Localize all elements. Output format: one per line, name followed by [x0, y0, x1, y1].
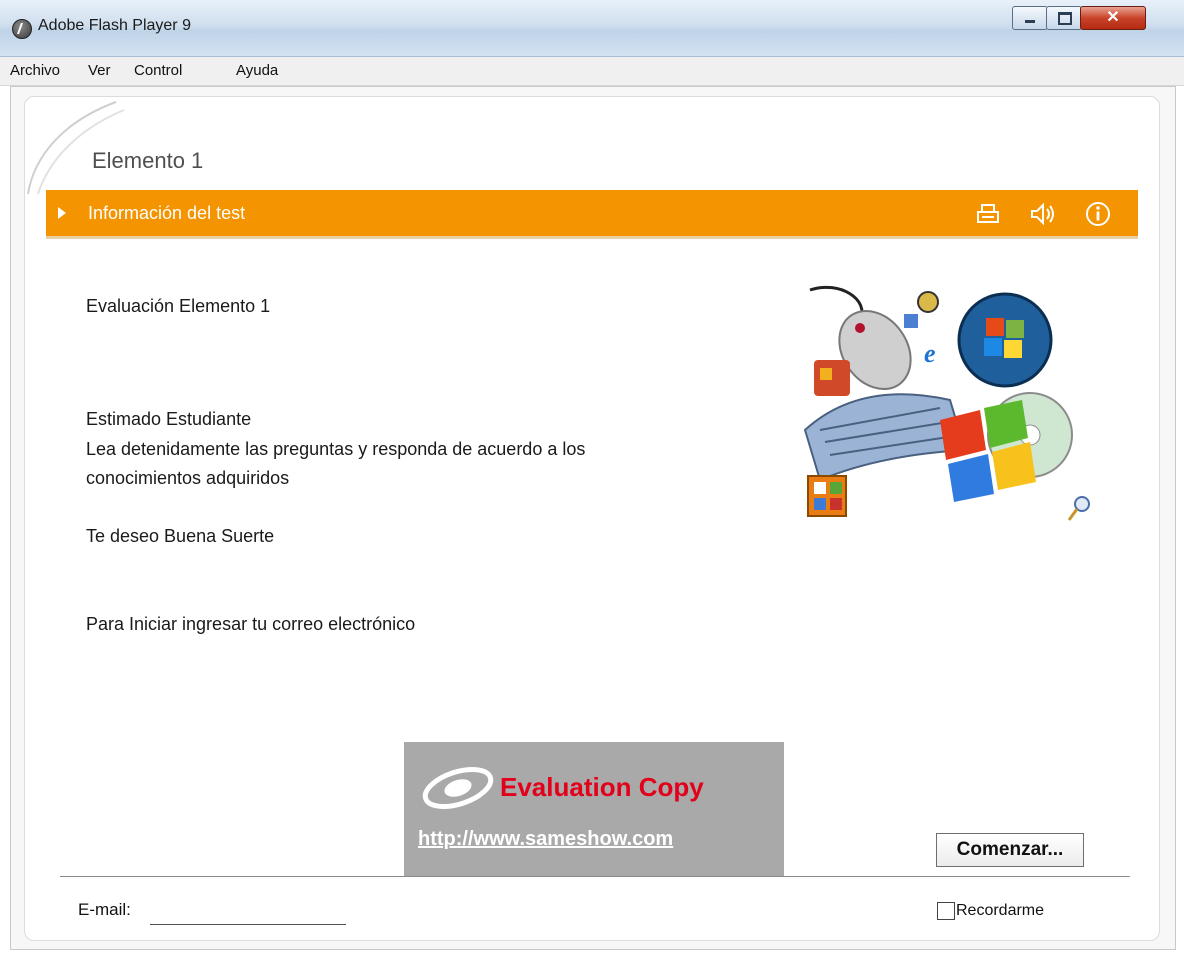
- window-title: Adobe Flash Player 9: [38, 17, 191, 34]
- good-luck-text: Te deseo Buena Suerte: [86, 526, 275, 546]
- greeting-text: Estimado Estudiante: [86, 409, 252, 429]
- instructions-line-1: Lea detenidamente las preguntas y respon…: [86, 439, 586, 459]
- speaker-icon[interactable]: [1028, 200, 1056, 228]
- title-bar[interactable]: Adobe Flash Player 9 ✕: [0, 0, 1184, 57]
- menu-ayuda[interactable]: Ayuda: [236, 62, 278, 79]
- section-header-bar: Información del test: [46, 190, 1138, 239]
- page-title: Elemento 1: [92, 148, 204, 173]
- print-icon[interactable]: [974, 200, 1002, 228]
- form-divider: [60, 876, 1130, 877]
- evaluation-watermark: Evaluation Copy http://www.sameshow.com: [404, 742, 784, 876]
- email-field[interactable]: [150, 900, 346, 925]
- watermark-title: Evaluation Copy: [500, 772, 704, 802]
- flash-player-window: Adobe Flash Player 9 ✕ Archivo Ver Contr…: [0, 0, 1184, 955]
- evaluation-title: Evaluación Elemento 1: [86, 296, 271, 316]
- section-title: Información del test: [88, 203, 246, 223]
- menu-archivo[interactable]: Archivo: [10, 62, 60, 79]
- sameshow-logo-icon: [422, 767, 494, 809]
- remember-checkbox[interactable]: [937, 902, 955, 920]
- page-curl-decoration: [27, 101, 125, 195]
- instructions-line-2: conocimientos adquiridos: [86, 468, 290, 488]
- menu-control[interactable]: Control: [134, 62, 182, 79]
- start-prompt-text: Para Iniciar ingresar tu correo electrón…: [86, 614, 416, 634]
- menu-ver[interactable]: Ver: [88, 62, 111, 79]
- svg-text:e: e: [924, 339, 936, 368]
- info-icon[interactable]: [1084, 200, 1112, 228]
- flash-player-icon: [12, 19, 32, 39]
- remember-label[interactable]: Recordarme: [956, 902, 1044, 920]
- arrow-right-icon: [58, 207, 66, 219]
- close-icon: ✕: [1106, 9, 1120, 26]
- computer-illustration: e: [803, 285, 1090, 521]
- maximize-button[interactable]: [1046, 6, 1082, 30]
- watermark-url[interactable]: http://www.sameshow.com: [418, 828, 673, 851]
- start-button[interactable]: Comenzar...: [936, 833, 1084, 867]
- close-button[interactable]: ✕: [1080, 6, 1146, 30]
- email-label: E-mail:: [78, 900, 131, 919]
- menu-bar: Archivo Ver Control Ayuda: [0, 57, 1184, 86]
- minimize-button[interactable]: [1012, 6, 1048, 30]
